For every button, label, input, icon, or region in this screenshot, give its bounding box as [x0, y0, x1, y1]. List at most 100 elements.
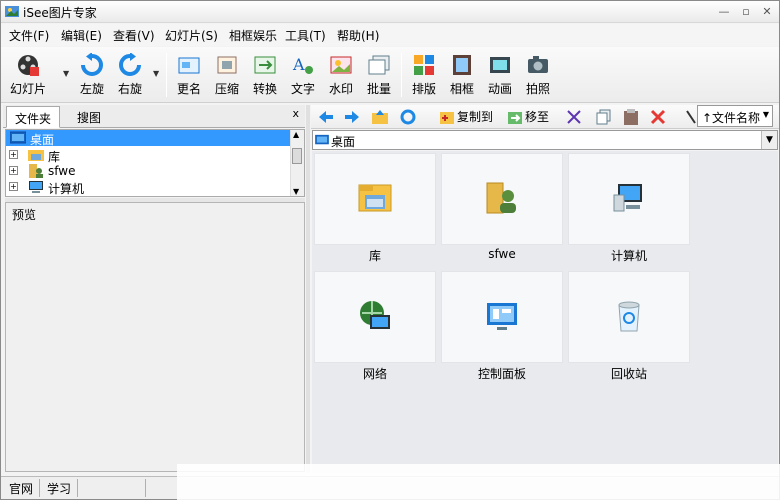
user-folder-icon: [486, 182, 516, 214]
tree-item-library[interactable]: + 库: [6, 147, 292, 164]
tree-item-desktop[interactable]: 桌面: [6, 130, 292, 147]
menu-edit[interactable]: 编辑(E): [61, 27, 102, 44]
expand-icon[interactable]: +: [9, 166, 18, 175]
item-label: 控制面板: [477, 367, 526, 381]
delete-icon[interactable]: [649, 108, 667, 126]
rotate-left-icon: [81, 53, 103, 76]
chevron-down-icon: ▼: [762, 110, 769, 119]
panel-splitter[interactable]: [306, 105, 310, 473]
move-to-button[interactable]: 移至: [525, 108, 549, 125]
main-toolbar: 幻灯片 ▼ 左旋 右旋 ▼ 更名 压缩 转换 A 文字 水印 批量 排版 相框 …: [1, 47, 779, 103]
app-logo-icon: [5, 6, 19, 17]
frame-button[interactable]: 相框: [443, 51, 481, 101]
text-button[interactable]: A 文字: [284, 51, 322, 101]
tree-item-sfwe[interactable]: + sfwe: [6, 163, 292, 179]
menu-view[interactable]: 查看(V): [113, 27, 155, 44]
menu-file[interactable]: 文件(F): [9, 27, 49, 44]
sort-dropdown[interactable]: ↑文件名称 ▼: [697, 105, 773, 127]
file-item-sfwe[interactable]: sfwe: [441, 153, 563, 263]
menu-help[interactable]: 帮助(H): [337, 27, 379, 44]
left-panel-tabs: 文件夹 搜图 x: [3, 105, 305, 128]
file-item-network[interactable]: 网络: [314, 271, 436, 381]
status-divider: [77, 479, 78, 497]
convert-label: 转换: [252, 82, 277, 96]
item-label: 库: [368, 249, 381, 263]
item-label: 计算机: [610, 249, 647, 263]
minimize-button[interactable]: —: [717, 5, 731, 19]
up-folder-icon[interactable]: [371, 108, 389, 126]
expand-icon[interactable]: +: [9, 150, 18, 159]
app-window: iSee图片专家 — ▫ ✕ 文件(F) 编辑(E) 查看(V) 幻灯片(S) …: [0, 0, 780, 501]
copy-to-button[interactable]: 复制到: [457, 108, 493, 125]
file-item-control-panel[interactable]: 控制面板: [441, 271, 563, 381]
rotate-dropdown-icon[interactable]: ▼: [153, 69, 159, 78]
batch-button[interactable]: 批量: [360, 51, 398, 101]
slideshow-label: 幻灯片: [9, 82, 46, 96]
status-divider: [39, 479, 40, 497]
watermark-button[interactable]: 水印: [322, 51, 360, 101]
sort-value: ↑文件名称: [702, 111, 761, 125]
folder-tree[interactable]: 桌面 + 库 + sfwe + 计算机 ▲ ▼: [5, 129, 305, 197]
expand-icon[interactable]: +: [9, 182, 18, 191]
control-panel-icon: [487, 303, 517, 330]
watermark-label: 水印: [328, 82, 353, 96]
computer-icon: [29, 181, 43, 193]
panel-close-button[interactable]: x: [292, 107, 299, 120]
rotate-right-label: 右旋: [117, 82, 142, 96]
tab-folders[interactable]: 文件夹: [6, 106, 61, 128]
file-item-library[interactable]: 库: [314, 153, 436, 263]
cut-icon[interactable]: [565, 108, 583, 126]
menu-frame-fun[interactable]: 相框娱乐: [229, 27, 277, 44]
window-title: iSee图片专家: [23, 6, 97, 20]
address-dropdown-icon[interactable]: ▼: [761, 131, 777, 149]
toolbar-separator: [401, 53, 402, 97]
more-tools-icon[interactable]: [685, 108, 697, 126]
camera-icon: [528, 56, 548, 73]
frame-label: 相框: [449, 82, 474, 96]
text-icon: A: [292, 55, 313, 74]
copy-icon[interactable]: [595, 108, 613, 126]
website-link[interactable]: 官网: [9, 480, 33, 497]
desktop-icon: [315, 134, 329, 145]
forward-arrow-icon[interactable]: [343, 108, 361, 126]
layout-button[interactable]: 排版: [405, 51, 443, 101]
file-item-recycle-bin[interactable]: 回收站: [568, 271, 690, 381]
maximize-button[interactable]: ▫: [739, 5, 753, 19]
tree-item-computer[interactable]: + 计算机: [6, 179, 292, 196]
file-item-computer[interactable]: 计算机: [568, 153, 690, 263]
scroll-thumb[interactable]: [292, 148, 302, 164]
slideshow-dropdown-icon[interactable]: ▼: [63, 69, 69, 78]
tree-scrollbar[interactable]: ▲ ▼: [290, 130, 304, 196]
library-icon: [358, 184, 392, 212]
tab-search-images[interactable]: 搜图: [69, 106, 109, 128]
convert-button[interactable]: 转换: [246, 51, 284, 101]
layout-label: 排版: [411, 82, 436, 96]
learn-link[interactable]: 学习: [47, 480, 71, 497]
refresh-icon[interactable]: [399, 108, 417, 126]
rename-label: 更名: [176, 82, 201, 96]
close-button[interactable]: ✕: [760, 5, 774, 19]
user-folder-icon: [29, 164, 43, 178]
rename-button[interactable]: 更名: [170, 51, 208, 101]
scroll-down-icon[interactable]: ▼: [293, 187, 299, 196]
compress-icon: [217, 56, 237, 74]
compress-button[interactable]: 压缩: [208, 51, 246, 101]
scroll-up-icon[interactable]: ▲: [293, 130, 299, 139]
photo-button[interactable]: 拍照: [519, 51, 557, 101]
rotate-left-label: 左旋: [79, 82, 104, 96]
rotate-left-button[interactable]: 左旋: [73, 51, 111, 101]
address-bar[interactable]: 桌面 ▼: [312, 130, 778, 150]
tree-label: 桌面: [30, 133, 55, 147]
slideshow-button[interactable]: 幻灯片: [7, 51, 49, 101]
paste-icon[interactable]: [621, 108, 641, 126]
menu-tools[interactable]: 工具(T): [285, 27, 326, 44]
move-to-icon[interactable]: [507, 108, 523, 126]
animation-button[interactable]: 动画: [481, 51, 519, 101]
copy-to-icon[interactable]: [439, 108, 455, 126]
network-icon: [360, 301, 390, 329]
rotate-right-icon: [119, 53, 141, 76]
batch-icon: [368, 55, 390, 75]
rotate-right-button[interactable]: 右旋: [111, 51, 149, 101]
back-arrow-icon[interactable]: [317, 108, 335, 126]
menu-slideshow[interactable]: 幻灯片(S): [165, 27, 218, 44]
